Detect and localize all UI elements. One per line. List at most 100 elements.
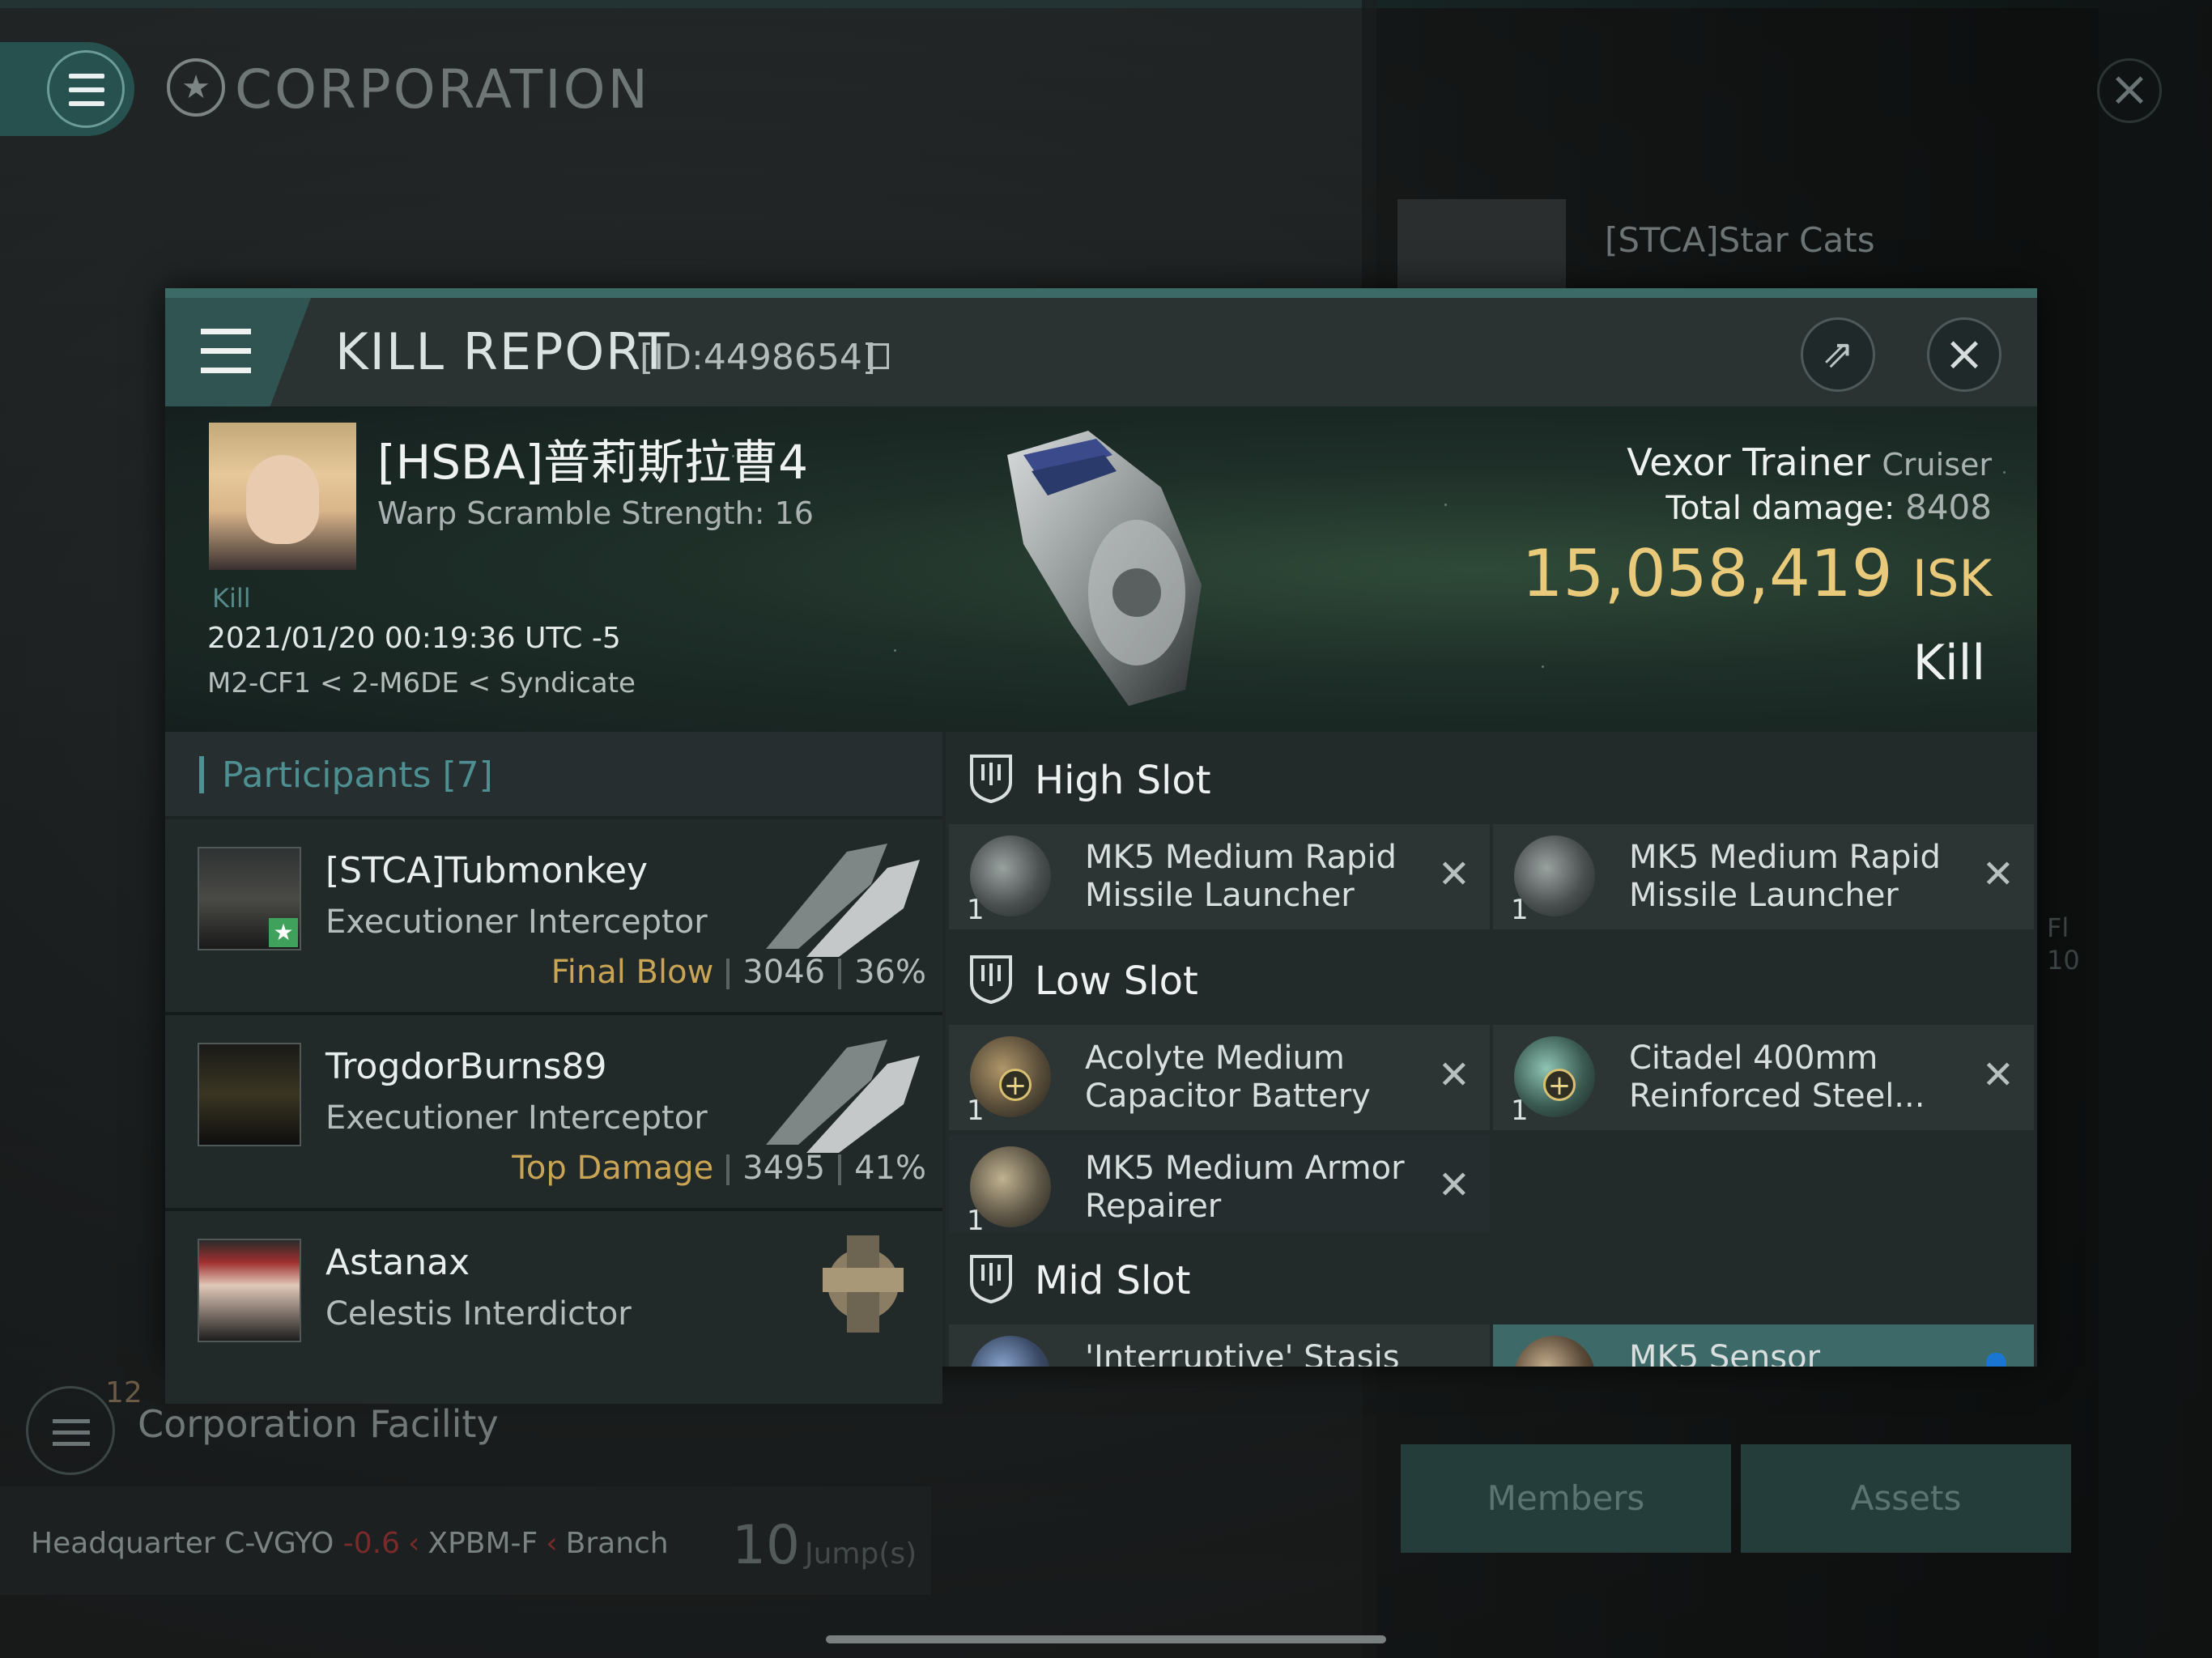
- module-name: MK5 Medium Rapid Missile Launcher: [1629, 839, 1941, 914]
- high-slot-label: High Slot: [1035, 758, 1211, 803]
- facility-title: Corporation Facility: [138, 1402, 499, 1446]
- kill-datetime: 2021/01/20 00:19:36 UTC -5: [207, 622, 621, 655]
- participant-percent: 41%: [854, 1150, 926, 1187]
- stats-separator: [838, 959, 842, 989]
- stats-separator: [726, 1154, 730, 1185]
- star-dot: [1444, 504, 1447, 506]
- shield-icon: [970, 1255, 1012, 1303]
- participant-ship: Celestis Interdictor: [325, 1295, 632, 1333]
- module-item[interactable]: 1 MK5 Medium Rapid Missile Launcher ✕: [949, 824, 1490, 929]
- participants-header[interactable]: Participants [7]: [165, 732, 942, 816]
- isk-value: 15,058,419 ISK: [1522, 536, 1992, 611]
- module-item[interactable]: 1 MK5 Medium Armor Repairer ✕: [949, 1135, 1490, 1240]
- participant-stats: Top Damage 3495 41%: [512, 1150, 926, 1187]
- destroyed-x-icon: ✕: [1981, 852, 2014, 897]
- participant-ship: Executioner Interceptor: [325, 903, 708, 941]
- low-slot-label: Low Slot: [1035, 959, 1198, 1004]
- page-title: CORPORATION: [235, 58, 650, 121]
- total-damage-value: 8408: [1905, 487, 1992, 527]
- participant-avatar[interactable]: [198, 1043, 301, 1146]
- stats-separator: [838, 1154, 842, 1185]
- module-quantity: 1: [1511, 1095, 1529, 1127]
- module-quantity: 1: [1511, 894, 1529, 926]
- victim-name[interactable]: [HSBA]普莉斯拉曹4: [377, 424, 808, 492]
- participant-ship-image: [766, 1039, 920, 1153]
- module-name: MK5 Medium Rapid Missile Launcher: [1085, 839, 1397, 914]
- destroyed-x-icon: ✕: [1981, 1052, 2014, 1098]
- jumps-value: 10: [732, 1514, 800, 1576]
- victim-ship-name[interactable]: Vexor Trainer Cruiser: [1627, 440, 1992, 484]
- plus-badge-icon: +: [1543, 1069, 1576, 1101]
- chevron-left-icon: ‹: [546, 1527, 558, 1560]
- facility-menu-icon[interactable]: [26, 1386, 115, 1475]
- person-icon: 👤: [1978, 1352, 2014, 1367]
- hq-label: Headquarter: [31, 1527, 215, 1560]
- mid-slot-header: Mid Slot: [946, 1232, 2037, 1324]
- header-accent-bar: [199, 756, 204, 793]
- module-item[interactable]: + 1 Acolyte Medium Capacitor Battery ✕: [949, 1025, 1490, 1130]
- participant-damage: 3495: [742, 1150, 826, 1187]
- module-item[interactable]: 'Interruptive' Stasis ✕: [949, 1324, 1490, 1367]
- star-dot: [1542, 665, 1544, 668]
- participant-avatar[interactable]: [198, 1239, 301, 1342]
- share-icon[interactable]: ⇗: [1801, 317, 1875, 392]
- participant-name: Astanax: [325, 1242, 470, 1283]
- participant-avatar[interactable]: ★: [198, 847, 301, 950]
- module-name: 'Interruptive' Stasis: [1085, 1339, 1400, 1367]
- modal-accent-line: [165, 288, 2037, 298]
- kill-location[interactable]: M2-CF1 < 2-M6DE < Syndicate: [207, 667, 636, 699]
- modal-header: KILL REPORT [ID:4498654] ⇗ ×: [165, 298, 2037, 406]
- star-badge-icon: ★: [269, 918, 298, 947]
- copy-icon[interactable]: [868, 343, 889, 369]
- home-indicator[interactable]: [826, 1635, 1386, 1643]
- module-name: Citadel 400mm Reinforced Steel...: [1629, 1039, 1925, 1115]
- shield-icon: [970, 955, 1012, 1004]
- isk-amount: 15,058,419: [1521, 536, 1893, 611]
- members-button[interactable]: Members: [1401, 1444, 1731, 1553]
- shield-icon: [970, 755, 1012, 803]
- star-dot: [894, 649, 896, 652]
- portrait-face: [246, 455, 319, 544]
- corp-name: [STCA]Star Cats: [1605, 220, 1875, 260]
- participant-row[interactable]: Astanax Celestis Interdictor: [165, 1211, 942, 1404]
- low-slot-header: Low Slot: [946, 933, 2037, 1025]
- kill-tag: Kill: [212, 583, 251, 614]
- module-name: MK5 Medium Armor Repairer: [1085, 1150, 1405, 1225]
- participant-percent: 36%: [854, 954, 926, 991]
- participant-row[interactable]: TrogdorBurns89 Executioner Interceptor T…: [165, 1015, 942, 1211]
- module-item[interactable]: 1 MK5 Medium Rapid Missile Launcher ✕: [1493, 824, 2034, 929]
- assets-button[interactable]: Assets: [1741, 1444, 2071, 1553]
- headquarter-info: Headquarter C-VGYO -0.6 ‹ XPBM-F ‹ Branch: [31, 1527, 669, 1560]
- fitting-panel: High Slot 1 MK5 Medium Rapid Missile Lau…: [946, 732, 2037, 1367]
- isk-unit: ISK: [1912, 549, 1992, 608]
- hamburger-icon[interactable]: [47, 50, 125, 128]
- right-edge-panel: [2099, 0, 2212, 1658]
- close-icon[interactable]: ×: [2097, 58, 2162, 123]
- modal-menu-button[interactable]: [165, 298, 311, 406]
- modal-close-icon[interactable]: ×: [1927, 317, 2001, 392]
- destroyed-x-icon: ✕: [1437, 1163, 1470, 1208]
- victim-portrait[interactable]: [209, 423, 356, 570]
- hq-region: XPBM-F: [428, 1527, 538, 1560]
- top-damage-tag: Top Damage: [512, 1150, 714, 1187]
- total-damage: Total damage: 8408: [1665, 487, 1992, 527]
- stats-separator: [726, 959, 730, 989]
- ship-class-text: Cruiser: [1882, 447, 1992, 483]
- plus-badge-icon: +: [999, 1069, 1032, 1101]
- participant-ship: Executioner Interceptor: [325, 1099, 708, 1137]
- module-quantity: 1: [967, 894, 985, 926]
- module-name: Acolyte Medium Capacitor Battery: [1085, 1039, 1371, 1115]
- participant-ship-image: [823, 1235, 904, 1333]
- facility-count: 12: [105, 1376, 143, 1409]
- victim-ship-image: [1007, 431, 1202, 706]
- module-item[interactable]: + 1 Citadel 400mm Reinforced Steel... ✕: [1493, 1025, 2034, 1130]
- side-fragment: Fl 10: [2047, 912, 2080, 976]
- module-quantity: 1: [967, 1095, 985, 1127]
- participant-row[interactable]: ★ [STCA]Tubmonkey Executioner Intercepto…: [165, 819, 942, 1015]
- kill-report-modal: KILL REPORT [ID:4498654] ⇗ × [HSBA]普莉斯拉曹…: [165, 288, 2037, 1404]
- module-item[interactable]: MK5 Sensor 👤: [1493, 1324, 2034, 1367]
- destroyed-x-icon: ✕: [1438, 1357, 1470, 1367]
- sensor-booster-icon: [1514, 1336, 1595, 1367]
- hq-system: C-VGYO: [224, 1527, 334, 1560]
- final-blow-tag: Final Blow: [551, 954, 714, 991]
